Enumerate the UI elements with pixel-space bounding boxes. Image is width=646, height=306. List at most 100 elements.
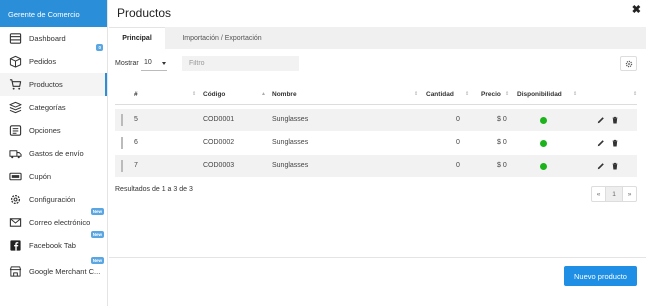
sidebar-item-dashboard[interactable]: Dashboard	[0, 27, 107, 50]
cart-icon	[8, 78, 22, 92]
availability-indicator	[540, 163, 547, 170]
gear-icon	[625, 60, 632, 67]
sidebar: Gerente de Comercio Dashboard Pedidos 0 …	[0, 0, 108, 306]
categories-icon	[8, 101, 22, 115]
trash-icon[interactable]	[611, 116, 619, 124]
cell-price: $ 0	[497, 162, 507, 169]
tabs-bar: Principal Importación / Exportación	[109, 27, 646, 49]
sidebar-item-label: Configuración	[29, 195, 76, 204]
cell-quantity: 0	[456, 116, 460, 123]
sidebar-item-pedidos[interactable]: Pedidos 0	[0, 44, 107, 73]
box-icon	[8, 55, 22, 69]
sidebar-item-label: Correo electrónico	[29, 218, 91, 227]
cell-name: Sunglasses	[272, 116, 309, 123]
orders-count-badge: 0	[96, 44, 103, 51]
column-header-price[interactable]: Precio	[481, 91, 501, 98]
sort-icon[interactable]: ⇕	[192, 91, 196, 97]
cell-code: COD0003	[203, 162, 235, 169]
cell-code: COD0001	[203, 116, 235, 123]
page-title: Productos	[117, 6, 172, 20]
trash-icon[interactable]	[611, 139, 619, 147]
sort-icon[interactable]: ⇕	[633, 91, 637, 97]
table-row[interactable]: 6 COD0002 Sunglasses 0 $ 0	[115, 132, 637, 154]
sidebar-item-label: Facebook Tab	[29, 241, 76, 250]
sidebar-item-label: Google Merchant C...	[29, 267, 101, 276]
trash-icon[interactable]	[611, 162, 619, 170]
new-badge: New	[90, 257, 104, 264]
sidebar-item-label: Dashboard	[29, 34, 66, 43]
table-header: # ⇕ Código ▲ Nombre ⇕ Cantidad ⇕ Precio …	[115, 83, 637, 105]
sidebar-item-label: Cupón	[29, 172, 52, 181]
gear-icon	[8, 193, 22, 207]
column-header-code[interactable]: Código	[203, 91, 225, 98]
sort-icon[interactable]: ⇕	[505, 91, 509, 97]
cell-id: 6	[134, 139, 138, 146]
sidebar-item-cupon[interactable]: Cupón	[0, 165, 107, 188]
sidebar-item-gastos-de-envio[interactable]: Gastos de envío	[0, 142, 107, 165]
edit-icon[interactable]	[597, 139, 605, 147]
drag-handle-icon[interactable]	[121, 114, 123, 126]
sidebar-item-facebook-tab[interactable]: Facebook Tab New	[0, 231, 107, 257]
sidebar-item-label: Categorías	[29, 103, 66, 112]
coupon-icon	[8, 170, 22, 184]
cell-name: Sunglasses	[272, 139, 309, 146]
tab-principal[interactable]: Principal	[109, 27, 165, 49]
cell-id: 5	[134, 116, 138, 123]
cell-price: $ 0	[497, 116, 507, 123]
column-header-name[interactable]: Nombre	[272, 91, 297, 98]
sort-icon[interactable]: ⇕	[573, 91, 577, 97]
edit-icon[interactable]	[597, 162, 605, 170]
pagination-prev[interactable]: «	[592, 187, 605, 201]
availability-indicator	[540, 140, 547, 147]
sort-icon[interactable]: ⇕	[465, 91, 469, 97]
cell-id: 7	[134, 162, 138, 169]
sidebar-header: Gerente de Comercio	[0, 0, 107, 27]
mail-icon	[8, 216, 22, 230]
page-size-value: 10	[144, 59, 152, 66]
truck-icon	[8, 147, 22, 161]
tab-import-export[interactable]: Importación / Exportación	[172, 27, 272, 49]
sidebar-item-categorias[interactable]: Categorías	[0, 96, 107, 119]
sort-asc-icon[interactable]: ▲	[261, 91, 266, 97]
pagination-next[interactable]: »	[623, 187, 636, 201]
cell-quantity: 0	[456, 162, 460, 169]
settings-button[interactable]	[620, 56, 637, 71]
cell-name: Sunglasses	[272, 162, 309, 169]
results-count: Resultados de 1 a 3 de 3	[115, 186, 193, 193]
edit-icon[interactable]	[597, 116, 605, 124]
column-header-quantity[interactable]: Cantidad	[426, 91, 454, 98]
cell-price: $ 0	[497, 139, 507, 146]
table-row[interactable]: 7 COD0003 Sunglasses 0 $ 0	[115, 155, 637, 177]
availability-indicator	[540, 117, 547, 124]
new-badge: New	[90, 231, 104, 238]
sort-icon[interactable]: ⇕	[414, 91, 418, 97]
facebook-icon	[8, 239, 22, 253]
sidebar-item-label: Productos	[29, 80, 63, 89]
sidebar-item-google-merchant[interactable]: Google Merchant C... New	[0, 257, 107, 283]
new-product-button[interactable]: Nuevo producto	[564, 266, 637, 286]
column-header-id[interactable]: #	[134, 91, 138, 98]
main-panel: Productos ✖ Principal Importación / Expo…	[109, 0, 646, 306]
dashboard-icon	[8, 32, 22, 46]
close-icon[interactable]: ✖	[632, 3, 641, 16]
cell-code: COD0002	[203, 139, 235, 146]
sidebar-item-label: Gastos de envío	[29, 149, 84, 158]
pagination-current-page[interactable]: 1	[605, 187, 623, 201]
options-icon	[8, 124, 22, 138]
filter-input[interactable]	[182, 56, 299, 71]
footer-divider	[109, 257, 646, 258]
sidebar-item-label: Opciones	[29, 126, 61, 135]
cell-quantity: 0	[456, 139, 460, 146]
sidebar-item-opciones[interactable]: Opciones	[0, 119, 107, 142]
page-size-select[interactable]: 10	[141, 56, 167, 71]
drag-handle-icon[interactable]	[121, 160, 123, 172]
drag-handle-icon[interactable]	[121, 137, 123, 149]
table-row[interactable]: 5 COD0001 Sunglasses 0 $ 0	[115, 109, 637, 131]
column-header-availability[interactable]: Disponibilidad	[517, 91, 562, 98]
new-badge: New	[90, 208, 104, 215]
chevron-down-icon	[162, 62, 166, 65]
sidebar-item-label: Pedidos	[29, 57, 57, 66]
pagination: « 1 »	[591, 186, 637, 202]
sidebar-item-productos[interactable]: Productos	[0, 73, 107, 96]
show-label: Mostrar	[115, 60, 139, 67]
